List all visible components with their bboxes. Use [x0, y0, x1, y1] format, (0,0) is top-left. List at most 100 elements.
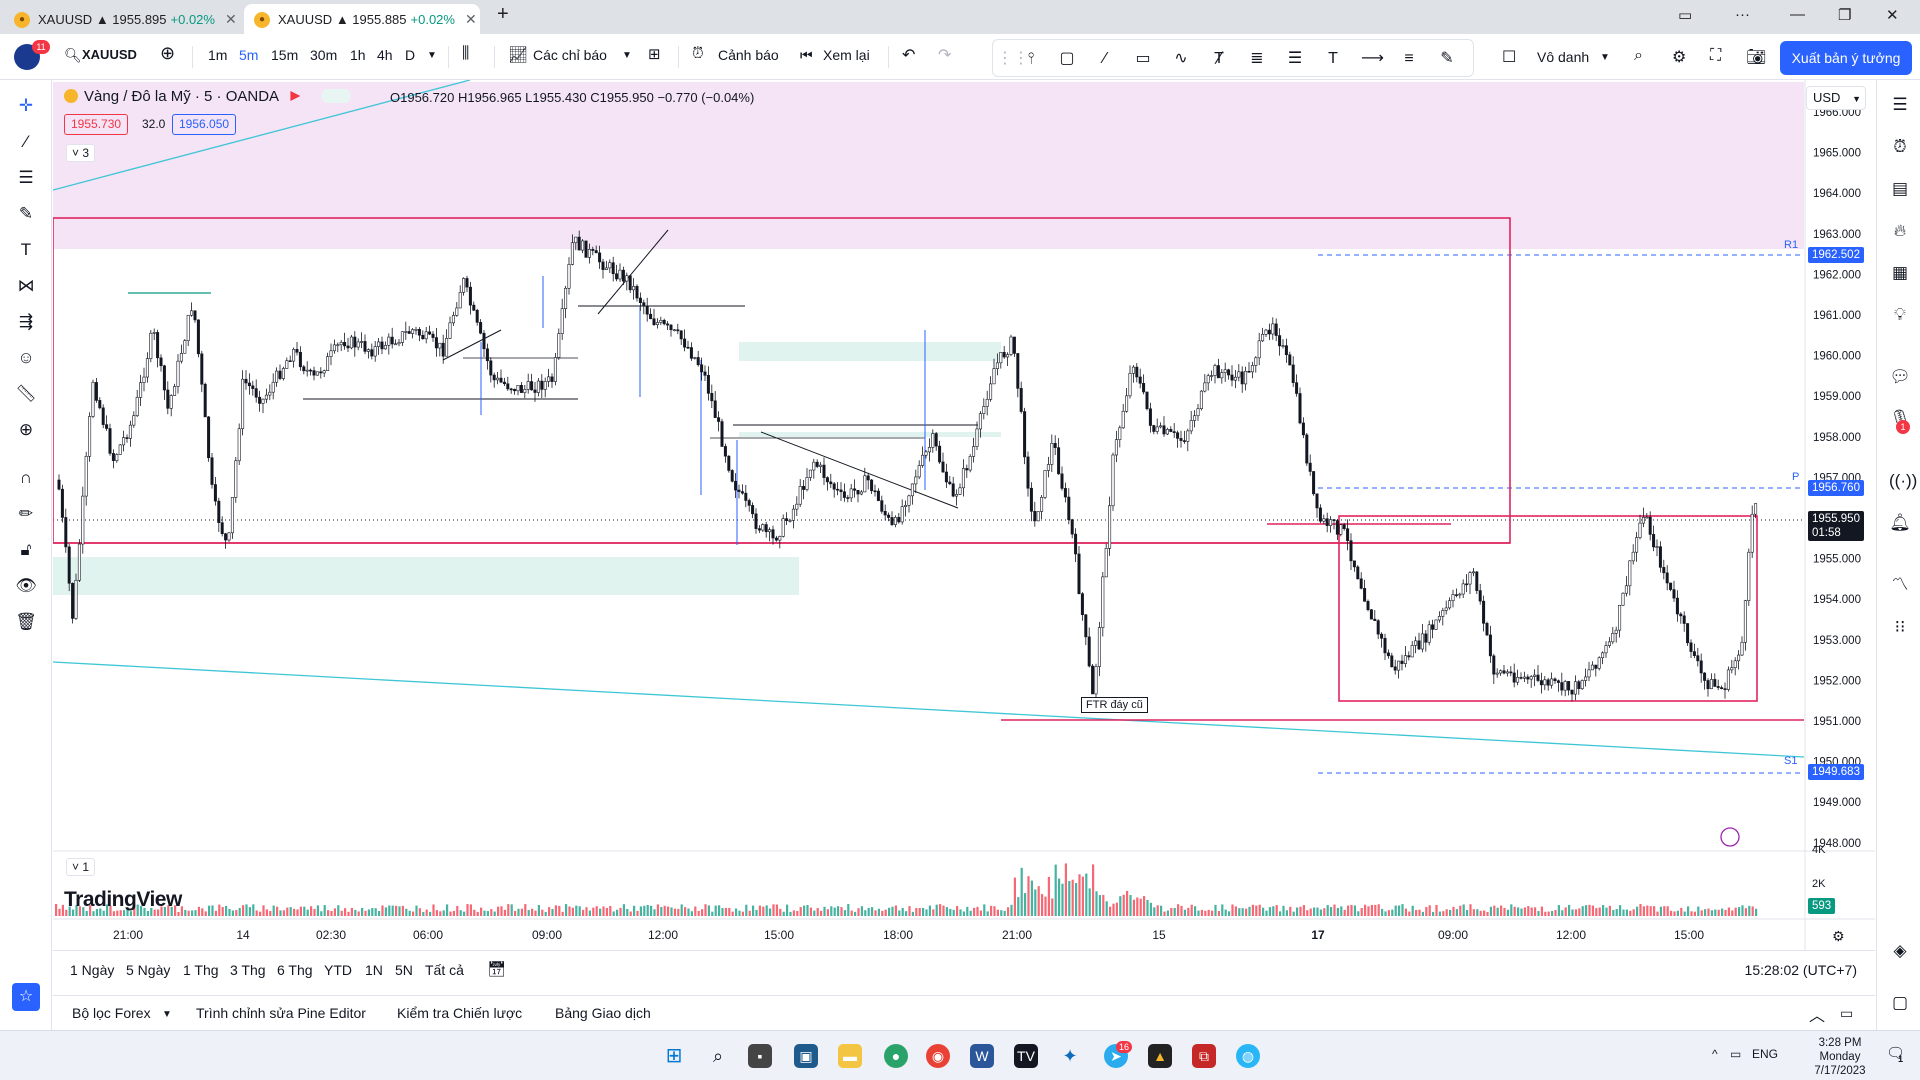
range-3m[interactable]: 3 Thg [230, 962, 266, 978]
price-axis[interactable]: 1966.0001965.0001964.0001963.0001962.000… [1813, 107, 1861, 850]
chevron-down-icon[interactable]: ▼ [427, 50, 437, 61]
interval-30m[interactable]: 30m [310, 47, 337, 63]
interval-4h[interactable]: 4h [377, 47, 393, 63]
browser-tab[interactable]: ● XAUUSD ▲ 1955.895 +0.02% ✕ [4, 4, 237, 34]
redo-icon[interactable]: ↷ [938, 45, 951, 65]
tab-forex-screener[interactable]: Bộ lọc Forex [72, 1005, 151, 1021]
interval-15m[interactable]: 15m [271, 47, 298, 63]
display-icon[interactable]: ▭ [1678, 6, 1692, 24]
new-tab-icon[interactable]: + [497, 3, 509, 26]
help-icon[interactable]: ▢ [1889, 992, 1911, 1014]
network-icon[interactable]: ▭ [1730, 1047, 1741, 1061]
range-1y[interactable]: 1N [365, 962, 383, 978]
range-1m[interactable]: 1 Thg [183, 962, 219, 978]
volume-collapse-toggle[interactable]: ˅ 1 [66, 858, 96, 876]
chart-canvas[interactable]: 1966.0001965.0001964.0001963.0001962.000… [53, 80, 1875, 950]
crosshair-icon[interactable]: ✛ [14, 94, 38, 118]
fullscreen-icon[interactable]: ⛶ [1710, 47, 1721, 65]
chat-icon[interactable]: 💬︎ [1889, 366, 1911, 388]
language-indicator[interactable]: ENG [1752, 1047, 1778, 1061]
ideas-bulb-icon[interactable]: 💡︎ [1889, 304, 1911, 326]
dom-icon[interactable]: ⁝⁝ [1889, 616, 1911, 638]
ftr-annotation[interactable]: FTR đáy cũ [1081, 697, 1148, 713]
candle-type-icon[interactable]: ⫼ [462, 45, 469, 63]
system-clock[interactable]: 3:28 PM Monday 7/17/2023 [1800, 1036, 1880, 1078]
layouts-grid-icon[interactable]: ⊞ [648, 45, 661, 63]
tab-pine-editor[interactable]: Trình chỉnh sửa Pine Editor [196, 1005, 366, 1021]
undo-icon[interactable]: ↶ [902, 45, 915, 65]
search-icon[interactable]: ⌕ [706, 1044, 730, 1068]
interval-1m[interactable]: 1m [208, 47, 227, 63]
layout-name[interactable]: Vô danh [1537, 49, 1589, 65]
price-chart[interactable]: 1966.000 1965.000 1964.000 1963.000 1962.000… [53, 80, 1875, 950]
symbol-legend[interactable]: Vàng / Đô la Mỹ · 5 · OANDA [64, 88, 351, 105]
range-5y[interactable]: 5N [395, 962, 413, 978]
drag-handle-icon[interactable]: ⋮⋮ [997, 49, 1029, 69]
eye-icon[interactable]: 👁︎ [14, 574, 38, 598]
compare-add-icon[interactable]: ⊕ [160, 43, 175, 64]
demand-zone-green-1[interactable] [739, 342, 1001, 361]
app-icon[interactable]: ● [884, 1044, 908, 1068]
diag-line[interactable] [442, 329, 502, 361]
symbol-search[interactable]: XAUUSD [82, 47, 137, 62]
layers-icon[interactable]: ◈ [1889, 940, 1911, 962]
chevron-down-icon[interactable]: ▼ [162, 1009, 172, 1020]
calendar-icon[interactable]: ▦ [1889, 262, 1911, 284]
diag-line[interactable] [760, 431, 959, 509]
text-anchor-icon[interactable]: Ⱦ [1209, 49, 1229, 69]
rectangle-tool-icon[interactable]: ▢ [1057, 49, 1077, 69]
range-ytd[interactable]: YTD [324, 962, 352, 978]
favorites-star-icon[interactable]: ☆ [12, 983, 40, 1011]
horizontal-ray-icon[interactable]: ⟶ [1361, 49, 1384, 69]
text-icon[interactable]: T [14, 238, 38, 262]
brush-tool-icon[interactable]: ✎ [1437, 49, 1457, 69]
app-icon[interactable]: ✦ [1058, 1044, 1082, 1068]
demand-zone-green-2[interactable] [53, 557, 799, 595]
close-window-icon[interactable]: ✕ [1886, 6, 1899, 24]
interval-5m[interactable]: 5m [239, 47, 258, 63]
timezone-clock[interactable]: 15:28:02 (UTC+7) [1745, 962, 1857, 978]
layout-checkbox-icon[interactable]: ☐ [1502, 47, 1516, 67]
signal-icon[interactable]: ((·)) [1889, 470, 1917, 492]
minimize-icon[interactable]: — [1790, 6, 1805, 23]
indicators-icon[interactable]: 📈︎ [508, 45, 528, 65]
publish-idea-button[interactable]: Xuất bản ý tưởng [1780, 41, 1912, 75]
tab-trading-panel[interactable]: Bảng Giao dịch [555, 1005, 651, 1021]
more-icon[interactable]: ··· [1735, 6, 1750, 23]
trend-line-icon[interactable]: ⁄ [1095, 49, 1115, 69]
lock-drawing-icon[interactable]: ✏︎ [14, 502, 38, 526]
tradingview-app-icon[interactable]: TV [1014, 1044, 1038, 1068]
interval-1h[interactable]: 1h [350, 47, 366, 63]
emoji-icon[interactable]: ☺ [14, 346, 38, 370]
ruler-icon[interactable]: 📏︎ [14, 382, 38, 406]
path-tool-icon[interactable]: ∿ [1171, 49, 1191, 69]
chevron-down-icon[interactable]: ▼ [1600, 52, 1610, 63]
callout-icon[interactable]: ▭ [1133, 49, 1153, 69]
chrome-icon[interactable]: ◉ [926, 1044, 950, 1068]
gear-icon[interactable]: ⚙ [1832, 928, 1845, 945]
mt4-icon[interactable]: ▲ [1148, 1044, 1172, 1068]
hotlist-fire-icon[interactable]: 🔥︎ [1889, 220, 1911, 242]
magnet-icon[interactable]: ∩ [14, 466, 38, 490]
word-icon[interactable]: W [970, 1044, 994, 1068]
alert-button[interactable]: Cảnh báo [718, 47, 779, 63]
flag-icon[interactable] [290, 91, 301, 101]
maximize-icon[interactable]: ❐ [1838, 6, 1851, 24]
market-status-icon[interactable] [320, 89, 351, 103]
file-explorer-icon[interactable]: ▬ [838, 1044, 862, 1068]
search-icon[interactable]: 🔍︎ [64, 47, 82, 64]
supply-zone-pink[interactable] [53, 82, 1804, 249]
range-1d[interactable]: 1 Ngày [70, 962, 114, 978]
alarm-clock-icon[interactable]: ⏰︎ [692, 45, 704, 62]
trading-panel-icon[interactable]: 〽 [1889, 574, 1911, 596]
long-position-icon[interactable]: ☰ [1285, 49, 1305, 69]
pdf-icon[interactable]: ⧉ [1192, 1044, 1216, 1068]
close-icon[interactable]: ✕ [465, 11, 477, 28]
task-view-icon[interactable]: ▪ [748, 1044, 772, 1068]
currency-select[interactable]: USD ▼ [1806, 86, 1866, 110]
alerts-clock-icon[interactable]: ⏰︎ [1889, 136, 1911, 158]
chevron-up-icon[interactable]: ^ [1712, 1047, 1718, 1061]
fib-channel-icon[interactable]: ⫯ [1021, 49, 1041, 69]
trend-line-icon[interactable]: ⁄ [14, 130, 38, 154]
fib-retracement-icon[interactable]: ≣ [1247, 49, 1267, 69]
